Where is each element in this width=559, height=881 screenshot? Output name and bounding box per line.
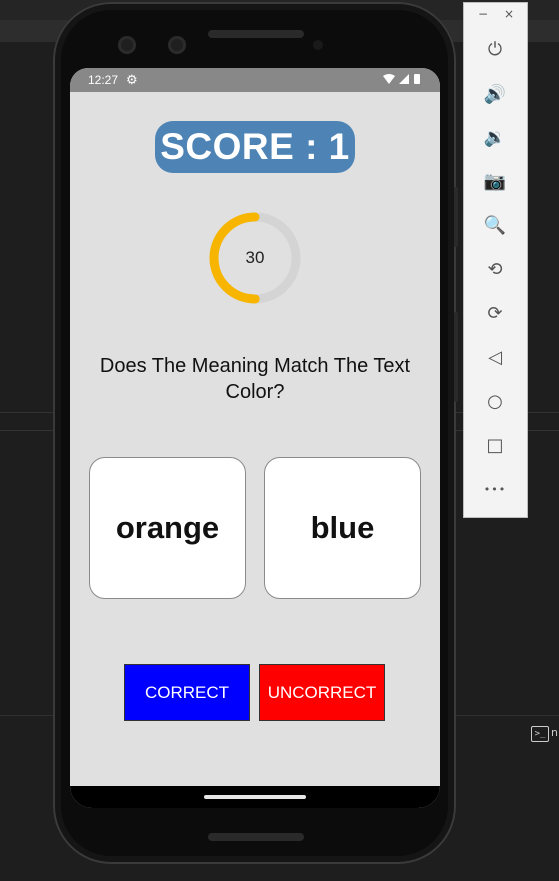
- camera-icon[interactable]: 📷: [480, 167, 510, 197]
- back-icon[interactable]: ◁: [480, 343, 510, 373]
- earpiece-speaker: [208, 30, 304, 38]
- signal-icon: [399, 74, 409, 84]
- status-icons: [382, 73, 424, 88]
- text-color-card: blue: [264, 457, 421, 599]
- minimize-icon[interactable]: −: [478, 7, 488, 21]
- emulator-toolbar: − × ⏻ 🔊 🔉 📷 🔍 ⟲ ⟳ ◁ ○ □ •••: [463, 2, 528, 518]
- question-text: Does The Meaning Match The Text Color?: [99, 355, 411, 403]
- color-word: blue: [310, 510, 375, 545]
- rotate-right-icon[interactable]: ⟳: [480, 299, 510, 329]
- home-icon[interactable]: ○: [480, 387, 510, 417]
- terminal-label[interactable]: n: [551, 726, 558, 739]
- score-display: SCORE : 1: [155, 121, 355, 173]
- gear-icon: ⚙: [126, 72, 138, 87]
- home-gesture-pill[interactable]: [204, 795, 306, 799]
- battery-icon: [414, 74, 420, 84]
- correct-button[interactable]: CORRECT: [124, 664, 250, 721]
- close-icon[interactable]: ×: [504, 7, 514, 21]
- rotate-left-icon[interactable]: ⟲: [480, 255, 510, 285]
- status-time: 12:27: [88, 73, 119, 87]
- app-screen: 12:27 ⚙ SCORE : 1 30 Does The Meaning Ma…: [70, 68, 440, 808]
- power-icon[interactable]: ⏻: [480, 35, 510, 65]
- phone-frame: 12:27 ⚙ SCORE : 1 30 Does The Meaning Ma…: [53, 2, 458, 864]
- bottom-speaker: [208, 833, 304, 841]
- proximity-sensor: [313, 40, 323, 50]
- wifi-icon: [383, 74, 395, 84]
- meaning-word: orange: [115, 510, 220, 545]
- overview-icon[interactable]: □: [480, 431, 510, 461]
- status-bar: 12:27 ⚙: [70, 68, 440, 92]
- uncorrect-button[interactable]: UNCORRECT: [259, 664, 385, 721]
- terminal-icon[interactable]: >_: [531, 726, 549, 742]
- timer-value: 30: [245, 248, 265, 267]
- zoom-icon[interactable]: 🔍: [480, 211, 510, 241]
- volume-side-button: [454, 312, 458, 402]
- emulator-window-controls: − ×: [464, 7, 527, 27]
- navigation-bar: [70, 786, 440, 808]
- volume-up-icon[interactable]: 🔊: [480, 80, 510, 110]
- more-icon[interactable]: •••: [480, 475, 510, 505]
- front-camera: [118, 36, 136, 54]
- volume-down-icon[interactable]: 🔉: [480, 123, 510, 153]
- power-side-button: [454, 187, 458, 247]
- front-camera: [168, 36, 186, 54]
- meaning-card: orange: [89, 457, 246, 599]
